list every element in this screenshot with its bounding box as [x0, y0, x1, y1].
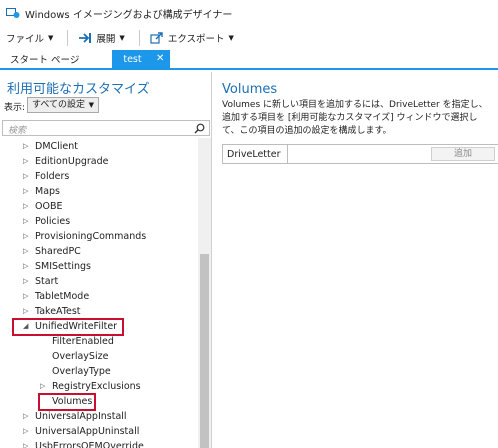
export-menu[interactable]: エクスポート ▼	[150, 31, 234, 45]
expand-arrow-icon[interactable]: ▷	[23, 274, 28, 289]
title-bar: Windows イメージングおよび構成デザイナー	[0, 0, 498, 26]
setting-title: Volumes	[222, 82, 278, 97]
tree-item-label: UsbErrorsOEMOverride	[35, 441, 144, 448]
app-icon	[6, 7, 20, 19]
expand-arrow-icon[interactable]: ▷	[23, 244, 28, 259]
tree-item-label: Start	[35, 276, 59, 287]
scrollbar-thumb[interactable]	[200, 254, 209, 448]
export-icon	[150, 32, 163, 44]
available-customizations-pane: 利用可能なカスタマイズ 表示: すべての設定 ▼ 検索 ▷ DMClient ▷…	[0, 72, 212, 448]
tree-item-label: UniversalAppInstall	[35, 411, 127, 422]
tab-test-label: test	[123, 53, 142, 65]
expand-arrow-icon[interactable]: ▷	[23, 199, 28, 214]
tree-item-label: RegistryExclusions	[52, 381, 141, 392]
tab-bar: スタート ページ test ✕	[0, 50, 498, 70]
file-menu-label: ファイル	[6, 34, 45, 45]
expand-arrow-icon[interactable]: ▷	[23, 304, 28, 319]
chevron-down-icon: ▼	[119, 34, 125, 42]
deploy-menu-label: 展開	[96, 34, 116, 45]
menu-separator	[138, 30, 140, 46]
chevron-down-icon: ▼	[228, 34, 234, 42]
view-label: 表示:	[4, 103, 26, 113]
tree-item-label: OverlaySize	[52, 351, 109, 362]
tree-item-label: Policies	[35, 216, 71, 227]
tree-item-label: OverlayType	[52, 366, 111, 377]
tree-item-label: TakeATest	[35, 306, 81, 317]
expand-arrow-icon[interactable]: ▷	[23, 139, 28, 154]
tree-item-label: SharedPC	[35, 246, 81, 257]
deploy-menu[interactable]: 展開 ▼	[78, 31, 125, 45]
drive-letter-row: DriveLetter 追加	[222, 144, 498, 164]
expand-arrow-icon[interactable]: ▷	[23, 169, 28, 184]
expand-arrow-icon[interactable]: ▷	[23, 259, 28, 274]
tree-item-label: UniversalAppUninstall	[35, 426, 140, 437]
expand-arrow-icon[interactable]: ▷	[23, 424, 28, 439]
tree-item-label: EditionUpgrade	[35, 156, 109, 167]
highlight-box-unified-write-filter	[12, 318, 124, 336]
settings-pane: Volumes Volumes に新しい項目を追加するには、DriveLette…	[213, 72, 498, 448]
expand-arrow-icon[interactable]: ▷	[23, 154, 28, 169]
tree-item-label: DMClient	[35, 141, 79, 152]
highlight-box-volumes	[38, 393, 96, 411]
expand-arrow-icon[interactable]: ▷	[23, 409, 28, 424]
file-menu[interactable]: ファイル ▼	[6, 31, 53, 45]
tree-scrollbar[interactable]	[198, 138, 211, 448]
window-title: Windows イメージングおよび構成デザイナー	[25, 9, 233, 21]
pane-title: 利用可能なカスタマイズ	[7, 82, 150, 97]
menu-separator	[67, 30, 69, 46]
tree-item-label: SMISettings	[35, 261, 91, 272]
tree-item-label: FilterEnabled	[52, 336, 114, 347]
expand-arrow-icon[interactable]: ▷	[23, 289, 28, 304]
tree-item-label: Folders	[35, 171, 70, 182]
search-placeholder: 検索	[8, 126, 27, 136]
view-dropdown-value: すべての設定	[32, 100, 86, 110]
chevron-down-icon: ▼	[48, 34, 54, 42]
search-input[interactable]: 検索	[2, 120, 210, 136]
deploy-icon	[79, 33, 92, 43]
view-dropdown[interactable]: すべての設定 ▼	[27, 97, 99, 113]
customization-tree: ▷ DMClient ▷ EditionUpgrade ▷ Folders ▷ …	[0, 138, 198, 448]
export-menu-label: エクスポート	[167, 34, 225, 45]
tree-item-label: TabletMode	[35, 291, 90, 302]
setting-description: Volumes に新しい項目を追加するには、DriveLetter を指定し、追…	[222, 100, 488, 136]
expand-arrow-icon[interactable]: ▷	[40, 379, 45, 394]
chevron-down-icon: ▼	[88, 101, 94, 109]
tree-item-label: Maps	[35, 186, 60, 197]
tab-test[interactable]: test ✕	[112, 50, 171, 68]
menu-bar: ファイル ▼ 展開 ▼ エクスポート ▼	[0, 26, 498, 50]
expand-arrow-icon[interactable]: ▷	[23, 229, 28, 244]
tab-start-page[interactable]: スタート ページ	[0, 50, 89, 68]
tree-item-label: OOBE	[35, 201, 63, 212]
tree-item-label: ProvisioningCommands	[35, 231, 147, 242]
expand-arrow-icon[interactable]: ▷	[23, 184, 28, 199]
drive-letter-input[interactable]	[289, 146, 434, 162]
drive-letter-label: DriveLetter	[227, 149, 281, 160]
expand-arrow-icon[interactable]: ▷	[23, 214, 28, 229]
add-button[interactable]: 追加	[431, 147, 495, 161]
close-icon[interactable]: ✕	[156, 53, 164, 64]
divider	[287, 145, 288, 163]
search-icon	[194, 123, 205, 137]
expand-arrow-icon[interactable]: ▷	[23, 439, 28, 448]
